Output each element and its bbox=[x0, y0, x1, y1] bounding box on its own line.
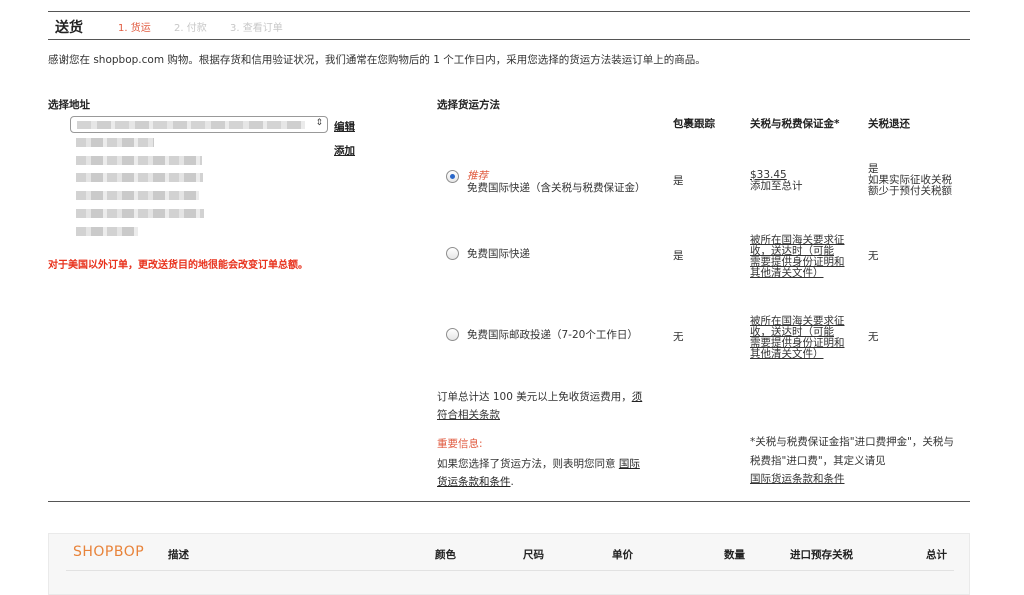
option-2-tracking: 是 bbox=[673, 250, 684, 262]
option-3-refund: 无 bbox=[868, 331, 879, 343]
shipping-option-3-radio[interactable] bbox=[446, 328, 459, 341]
shipping-heading: 选择货运方法 bbox=[437, 99, 500, 111]
agree-note-cont: 货运条款和条件. bbox=[437, 472, 514, 492]
address-line bbox=[76, 173, 203, 182]
agree-end: . bbox=[510, 476, 514, 488]
agree-text: 如果您选择了货运方法，则表明您同意 bbox=[437, 458, 616, 470]
page-title: 送货 bbox=[55, 20, 83, 36]
shipping-option-1-radio[interactable] bbox=[446, 170, 459, 183]
add-address-link[interactable]: 添加 bbox=[334, 143, 355, 158]
footnote-line: *关税与税费保证金指"进口费押金"，关税与 bbox=[750, 436, 954, 448]
col-duty-refund: 关税退还 bbox=[868, 118, 910, 130]
option-1-tracking: 是 bbox=[673, 175, 684, 187]
top-divider bbox=[48, 11, 970, 12]
edit-address-link[interactable]: 编辑 bbox=[334, 119, 355, 134]
cart-col-quantity: 数量 bbox=[724, 549, 745, 561]
intl-shipping-terms-link[interactable]: 国际 bbox=[619, 458, 640, 470]
address-change-warning: 对于美国以外订单，更改送货目的地很能会改变订单总额。 bbox=[48, 260, 308, 271]
shipping-option-2-radio[interactable] bbox=[446, 247, 459, 260]
option-1-refund-note: 额少于预付关税额 bbox=[868, 185, 952, 197]
address-select-value bbox=[77, 121, 305, 129]
select-arrows-icon: ⇕ bbox=[315, 118, 323, 128]
free-shipping-note: 订单总计达 100 美元以上免收货运费用，须 bbox=[437, 387, 642, 407]
address-heading: 选择地址 bbox=[48, 99, 90, 111]
agree-note: 如果您选择了货运方法，则表明您同意 国际 bbox=[437, 454, 640, 474]
cart-col-total: 总计 bbox=[926, 549, 947, 561]
free-shipping-text: 订单总计达 100 美元以上免收货运费用， bbox=[437, 391, 632, 403]
option-1-duty-note: 添加至总计 bbox=[750, 180, 803, 192]
option-3-tracking: 无 bbox=[673, 331, 684, 343]
option-2-duty-info[interactable]: 其他清关文件） bbox=[750, 268, 824, 279]
header-divider bbox=[48, 39, 970, 40]
step-review: 3. 查看订单 bbox=[230, 23, 283, 34]
step-payment: 2. 付款 bbox=[174, 23, 207, 34]
intl-shipping-terms-link[interactable]: 货运条款和条件 bbox=[437, 476, 511, 488]
shipping-option-3-label[interactable]: 免费国际邮政投递（7-20个工作日） bbox=[467, 327, 638, 342]
option-3-duty-info[interactable]: 其他清关文件） bbox=[750, 349, 824, 360]
shopbop-logo: SHOPBOP bbox=[73, 544, 145, 560]
intro-text: 感谢您在 shopbop.com 购物。根据存货和信用验证状况，我们通常在您购物… bbox=[48, 54, 706, 66]
cart-header-divider bbox=[66, 570, 954, 571]
free-shipping-terms-link[interactable]: 符合相关条款 bbox=[437, 405, 500, 425]
footnote-line: 税费指"进口费"，其定义请见 bbox=[750, 455, 886, 467]
step-shipping: 1. 货运 bbox=[118, 23, 151, 34]
cart-col-import-duty: 进口预存关税 bbox=[790, 549, 853, 561]
important-info-label: 重要信息: bbox=[437, 438, 483, 450]
address-line bbox=[76, 156, 202, 165]
col-duty-deposit: 关税与税费保证金* bbox=[750, 118, 840, 130]
free-shipping-terms-link[interactable]: 须 bbox=[632, 391, 643, 403]
section-divider bbox=[48, 501, 970, 502]
address-line bbox=[76, 191, 199, 200]
col-tracking: 包裹跟踪 bbox=[673, 118, 715, 130]
cart-panel bbox=[48, 533, 970, 595]
shipping-option-2-label[interactable]: 免费国际快递 bbox=[467, 246, 530, 261]
address-line bbox=[76, 227, 138, 236]
option-2-refund: 无 bbox=[868, 250, 879, 262]
shipping-option-1-label[interactable]: 免费国际快递（含关税与税费保证金） bbox=[467, 180, 646, 195]
address-line bbox=[76, 138, 154, 147]
cart-col-color: 颜色 bbox=[435, 549, 456, 561]
address-line bbox=[76, 209, 204, 218]
footnote-terms-link[interactable]: 国际货运条款和条件 bbox=[750, 469, 845, 489]
address-select[interactable]: ⇕ bbox=[70, 116, 328, 133]
cart-col-unit-price: 单价 bbox=[612, 549, 633, 561]
cart-col-description: 描述 bbox=[168, 549, 189, 561]
cart-col-size: 尺码 bbox=[523, 549, 544, 561]
